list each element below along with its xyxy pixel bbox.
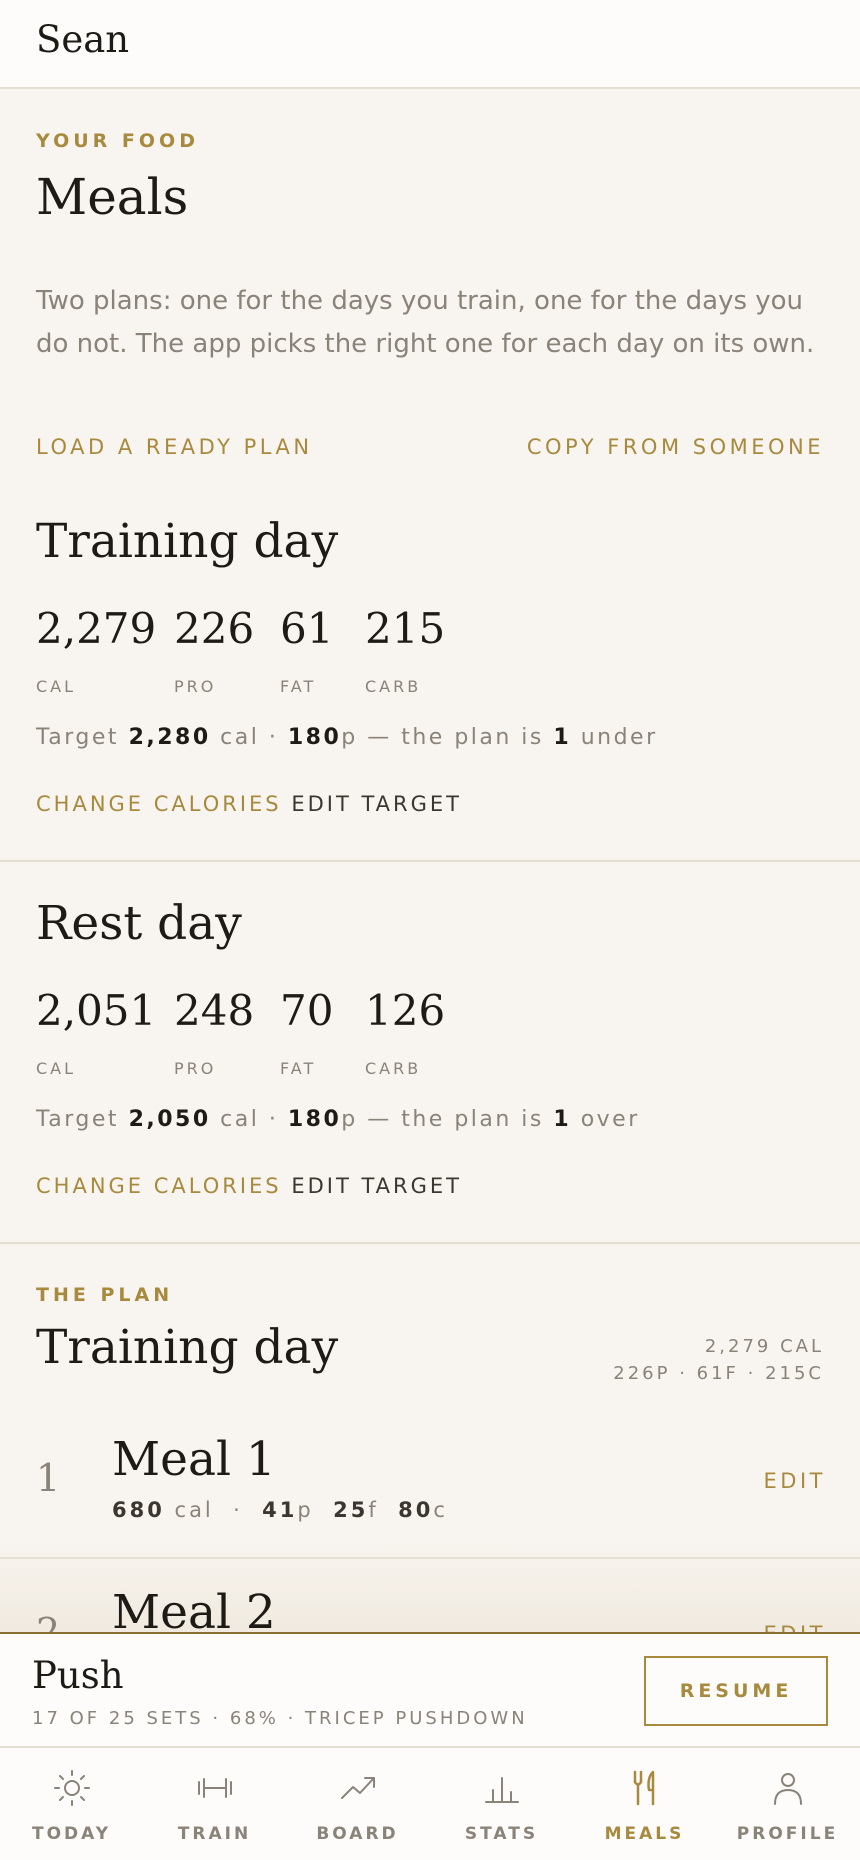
meal-pro: 41 [262, 1498, 298, 1522]
target-suffix: p — the plan is [341, 1107, 554, 1132]
copy-from-someone-link[interactable]: COPY FROM SOMEONE [527, 435, 824, 459]
rest-day-title: Rest day [36, 896, 242, 951]
meal-carb: 80 [398, 1498, 434, 1522]
target-diff: 1 [553, 725, 572, 750]
plan-summary-cal: 2,279 CAL [704, 1336, 824, 1357]
page-title: Meals [36, 168, 189, 226]
section-eyebrow: YOUR FOOD [36, 130, 199, 152]
meal-fat: 25 [333, 1498, 369, 1522]
meal-cal: 680 [112, 1498, 165, 1522]
training-pro-label: PRO [174, 677, 217, 696]
plan-eyebrow: THE PLAN [36, 1284, 174, 1306]
divider [0, 860, 860, 862]
target-diff-word: under [571, 725, 658, 750]
rest-cal-value: 2,051 [36, 986, 157, 1035]
target-cal: 2,280 [128, 725, 211, 750]
meal-pro-unit: p [297, 1498, 334, 1522]
meal-carb-unit: c [433, 1498, 448, 1522]
training-carb-value: 215 [365, 604, 446, 653]
load-ready-plan-link[interactable]: LOAD A READY PLAN [36, 435, 313, 459]
training-fat-label: FAT [280, 677, 317, 696]
trending-up-icon [340, 1777, 375, 1799]
target-mid: cal · [210, 725, 288, 750]
top-header: Sean [0, 0, 860, 89]
training-edit-target-button[interactable]: EDIT TARGET [291, 792, 462, 816]
rest-fat-label: FAT [280, 1059, 317, 1078]
target-diff: 1 [553, 1107, 572, 1132]
tab-label: BOARD [316, 1824, 399, 1844]
tab-label: STATS [464, 1824, 539, 1844]
target-cal: 2,050 [128, 1107, 211, 1132]
rest-target-line: Target 2,050 cal · 180p — the plan is 1 … [36, 1107, 640, 1132]
rest-edit-target-button[interactable]: EDIT TARGET [291, 1174, 462, 1198]
rest-fat-value: 70 [280, 986, 334, 1035]
training-carb-label: CARB [365, 677, 422, 696]
rest-pro-label: PRO [174, 1059, 217, 1078]
training-change-calories-button[interactable]: CHANGE CALORIES [36, 792, 282, 816]
bar-chart-icon [484, 1777, 519, 1803]
sun-icon [53, 1770, 90, 1806]
workout-title: Push [32, 1654, 124, 1697]
training-day-title: Training day [36, 514, 339, 569]
divider [0, 1242, 860, 1244]
training-pro-value: 226 [174, 604, 255, 653]
target-pro: 180 [287, 1107, 342, 1132]
meal-fat-unit: f [368, 1498, 399, 1522]
tab-stats[interactable]: STATS [430, 1748, 573, 1860]
active-workout-bar: Push 17 OF 25 SETS · 68% · TRICEP PUSHDO… [0, 1632, 860, 1748]
training-cal-label: CAL [36, 677, 77, 696]
rest-change-calories-button[interactable]: CHANGE CALORIES [36, 1174, 282, 1198]
target-suffix: p — the plan is [341, 725, 554, 750]
meal-cal-unit: cal [164, 1498, 214, 1522]
tab-board[interactable]: BOARD [286, 1748, 429, 1860]
person-icon [773, 1773, 802, 1805]
bottom-tab-bar: TODAY TRAIN BOARD STATS MEALS PROFILE [0, 1748, 860, 1860]
target-pro: 180 [287, 725, 342, 750]
target-prefix: Target [36, 725, 129, 750]
target-diff-word: over [571, 1107, 640, 1132]
training-cal-value: 2,279 [36, 604, 157, 653]
rest-actions: CHANGE CALORIES EDIT TARGET [36, 1174, 462, 1198]
meal-title[interactable]: Meal 1 [112, 1432, 276, 1487]
tab-profile[interactable]: PROFILE [716, 1748, 859, 1860]
rest-pro-value: 248 [174, 986, 255, 1035]
plan-summary: 2,279 CAL 226P · 61F · 215C [613, 1333, 824, 1387]
meal-macros: 680 cal · 41p 25f 80c [112, 1498, 448, 1522]
tab-meals[interactable]: MEALS [573, 1748, 716, 1860]
tab-train[interactable]: TRAIN [143, 1748, 286, 1860]
tab-label: MEALS [604, 1824, 685, 1844]
rest-carb-value: 126 [365, 986, 446, 1035]
plan-summary-macros: 226P · 61F · 215C [613, 1363, 824, 1384]
rest-cal-label: CAL [36, 1059, 77, 1078]
intro-description: Two plans: one for the days you train, o… [36, 286, 815, 359]
meal-1-edit-button[interactable]: EDIT [764, 1469, 826, 1493]
tab-label: TODAY [32, 1824, 111, 1844]
user-name[interactable]: Sean [36, 18, 129, 61]
tab-today[interactable]: TODAY [0, 1748, 143, 1860]
training-target-line: Target 2,280 cal · 180p — the plan is 1 … [36, 725, 658, 750]
target-mid: cal · [210, 1107, 288, 1132]
dumbbell-icon [197, 1778, 232, 1798]
rest-carb-label: CARB [365, 1059, 422, 1078]
workout-progress: 17 OF 25 SETS · 68% · TRICEP PUSHDOWN [32, 1708, 528, 1729]
meal-sep: · [213, 1498, 263, 1522]
fork-knife-icon [633, 1770, 654, 1806]
resume-button[interactable]: RESUME [644, 1656, 828, 1726]
training-actions: CHANGE CALORIES EDIT TARGET [36, 792, 462, 816]
meal-number: 1 [36, 1456, 61, 1500]
target-prefix: Target [36, 1107, 129, 1132]
tab-label: TRAIN [177, 1824, 252, 1844]
plan-title: Training day [36, 1320, 339, 1375]
training-fat-value: 61 [280, 604, 334, 653]
tab-label: PROFILE [736, 1824, 839, 1844]
